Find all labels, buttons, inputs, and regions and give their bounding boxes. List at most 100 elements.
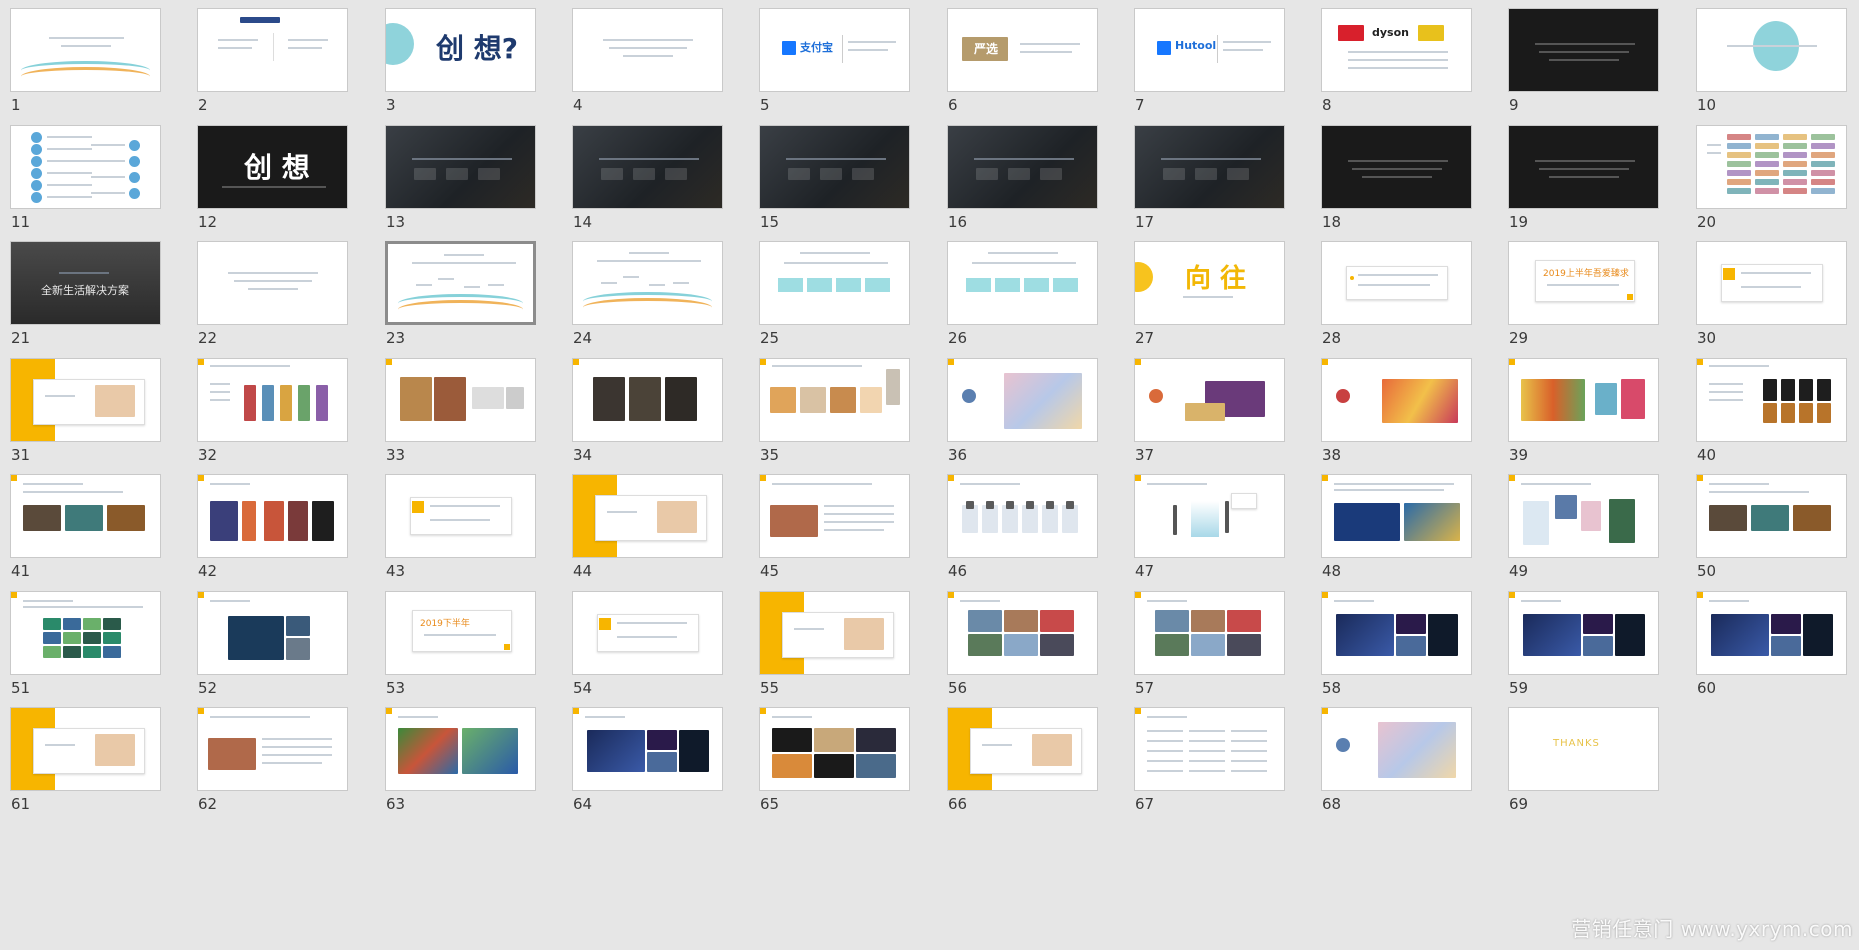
slide-number: 67 (1135, 795, 1155, 813)
slide-thumbnail-4[interactable]: 4 (572, 8, 724, 116)
slide-thumbnail-40[interactable]: 40 (1696, 358, 1848, 466)
slide-thumbnail-37[interactable]: 37 (1134, 358, 1286, 466)
slide-thumbnail-10[interactable]: 10 (1696, 8, 1848, 116)
slide-number: 38 (1322, 446, 1342, 464)
slide-preview (947, 707, 1098, 791)
slide-thumbnail-15[interactable]: 15 (759, 125, 911, 233)
slide-thumbnail-18[interactable]: 18 (1321, 125, 1473, 233)
slide-thumbnail-29[interactable]: 2019上半年吾爱臻求 29 (1508, 241, 1660, 349)
slide-thumbnail-69[interactable]: THANKS 69 (1508, 707, 1660, 815)
slide-thumbnail-23[interactable]: 23 (385, 241, 537, 349)
slide-number: 8 (1322, 96, 1332, 114)
slide-thumbnail-6[interactable]: 严选 6 (947, 8, 1099, 116)
slide-thumbnail-1[interactable]: 1 (10, 8, 162, 116)
slide-preview (10, 707, 161, 791)
slide-number: 44 (573, 562, 593, 580)
slide-thumbnail-52[interactable]: 52 (197, 591, 349, 699)
slide-thumbnail-12[interactable]: 创 想 12 (197, 125, 349, 233)
slide-thumbnail-60[interactable]: 60 (1696, 591, 1848, 699)
slide-thumbnail-58[interactable]: 58 (1321, 591, 1473, 699)
slide-thumbnail-2[interactable]: 2 (197, 8, 349, 116)
slide-thumbnail-67[interactable]: 67 (1134, 707, 1286, 815)
slide-thumbnail-57[interactable]: 57 (1134, 591, 1286, 699)
slide-number: 25 (760, 329, 780, 347)
slide-thumbnail-31[interactable]: 31 (10, 358, 162, 466)
slide-thumbnail-33[interactable]: 33 (385, 358, 537, 466)
slide-thumbnail-66[interactable]: 66 (947, 707, 1099, 815)
slide-number: 33 (386, 446, 406, 464)
slide-thumbnail-26[interactable]: 26 (947, 241, 1099, 349)
slide-thumbnail-44[interactable]: 44 (572, 474, 724, 582)
slide-thumbnail-20[interactable]: 20 (1696, 125, 1848, 233)
slide-preview (197, 8, 348, 92)
slide-thumbnail-41[interactable]: 41 (10, 474, 162, 582)
slide-number: 43 (386, 562, 406, 580)
slide-thumbnail-43[interactable]: 43 (385, 474, 537, 582)
slide-thumbnail-32[interactable]: 32 (197, 358, 349, 466)
slide-preview (759, 125, 910, 209)
slide-thumbnail-54[interactable]: 54 (572, 591, 724, 699)
slide-number: 65 (760, 795, 780, 813)
slide-thumbnail-51[interactable]: 51 (10, 591, 162, 699)
slide-thumbnail-62[interactable]: 62 (197, 707, 349, 815)
slide-preview (572, 125, 723, 209)
slide-thumbnail-61[interactable]: 61 (10, 707, 162, 815)
slide-thumbnail-49[interactable]: 49 (1508, 474, 1660, 582)
slide-thumbnail-24[interactable]: 24 (572, 241, 724, 349)
slide-thumbnail-48[interactable]: 48 (1321, 474, 1473, 582)
slide-preview (572, 358, 723, 442)
slide-preview (1134, 125, 1285, 209)
slide-thumb-text: THANKS (1553, 738, 1600, 749)
slide-thumbnail-25[interactable]: 25 (759, 241, 911, 349)
slide-preview (1508, 474, 1659, 558)
slide-thumbnail-39[interactable]: 39 (1508, 358, 1660, 466)
slide-thumbnail-17[interactable]: 17 (1134, 125, 1286, 233)
slide-thumbnail-11[interactable]: 11 (10, 125, 162, 233)
slide-thumbnail-65[interactable]: 65 (759, 707, 911, 815)
slide-thumbnail-22[interactable]: 22 (197, 241, 349, 349)
slide-thumbnail-68[interactable]: 68 (1321, 707, 1473, 815)
slide-preview: Hutool (1134, 8, 1285, 92)
slide-preview: 2019上半年吾爱臻求 (1508, 241, 1659, 325)
slide-thumbnail-38[interactable]: 38 (1321, 358, 1473, 466)
slide-thumbnail-59[interactable]: 59 (1508, 591, 1660, 699)
slide-thumbnail-27[interactable]: 向 往 27 (1134, 241, 1286, 349)
slide-thumbnail-34[interactable]: 34 (572, 358, 724, 466)
slide-preview (759, 358, 910, 442)
slide-thumbnail-5[interactable]: 支付宝 5 (759, 8, 911, 116)
slide-thumbnail-19[interactable]: 19 (1508, 125, 1660, 233)
slide-thumbnail-56[interactable]: 56 (947, 591, 1099, 699)
slide-thumbnail-46[interactable]: 46 (947, 474, 1099, 582)
slide-number: 27 (1135, 329, 1155, 347)
slide-preview (1321, 474, 1472, 558)
slide-thumbnail-63[interactable]: 63 (385, 707, 537, 815)
slide-thumbnail-36[interactable]: 36 (947, 358, 1099, 466)
slide-preview (197, 358, 348, 442)
slide-preview (1134, 358, 1285, 442)
slide-thumbnail-9[interactable]: 9 (1508, 8, 1660, 116)
slide-thumbnail-13[interactable]: 13 (385, 125, 537, 233)
slide-thumbnail-35[interactable]: 35 (759, 358, 911, 466)
slide-thumbnail-16[interactable]: 16 (947, 125, 1099, 233)
slide-number: 22 (198, 329, 218, 347)
slide-thumbnail-45[interactable]: 45 (759, 474, 911, 582)
slide-thumbnail-53[interactable]: 2019下半年 53 (385, 591, 537, 699)
slide-number: 10 (1697, 96, 1717, 114)
slide-thumbnail-64[interactable]: 64 (572, 707, 724, 815)
slide-preview (759, 474, 910, 558)
slide-thumbnail-47[interactable]: 47 (1134, 474, 1286, 582)
slide-thumbnail-30[interactable]: 30 (1696, 241, 1848, 349)
slide-thumbnail-7[interactable]: Hutool 7 (1134, 8, 1286, 116)
slide-preview (947, 358, 1098, 442)
slide-number: 24 (573, 329, 593, 347)
slide-thumbnail-21[interactable]: 全新生活解决方案 21 (10, 241, 162, 349)
slide-thumbnail-8[interactable]: dyson 8 (1321, 8, 1473, 116)
slide-thumbnail-50[interactable]: 50 (1696, 474, 1848, 582)
slide-thumbnail-55[interactable]: 55 (759, 591, 911, 699)
slide-thumbnail-42[interactable]: 42 (197, 474, 349, 582)
slide-thumbnail-14[interactable]: 14 (572, 125, 724, 233)
slide-thumbnail-3[interactable]: 创 想? 3 (385, 8, 537, 116)
slide-preview (385, 474, 536, 558)
slide-thumb-text: Hutool (1175, 39, 1217, 52)
slide-thumbnail-28[interactable]: 28 (1321, 241, 1473, 349)
